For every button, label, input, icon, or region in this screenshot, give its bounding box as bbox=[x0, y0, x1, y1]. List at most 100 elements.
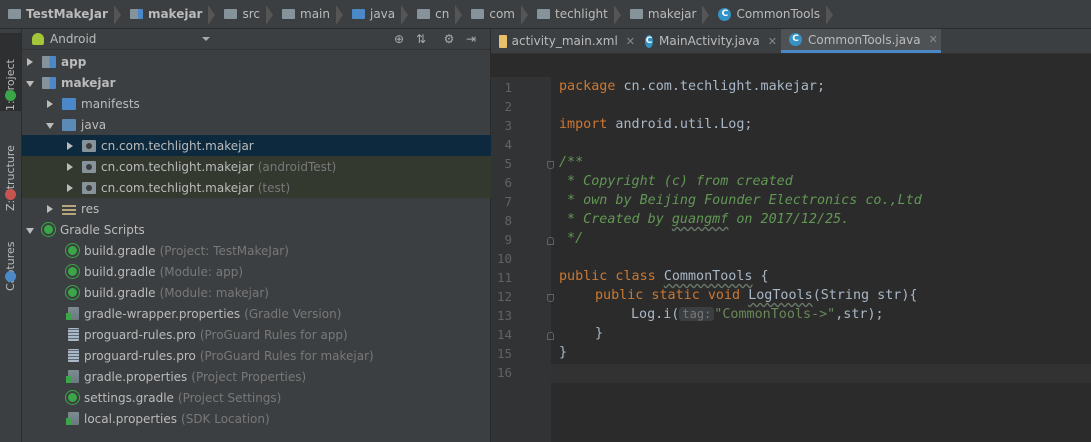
code-line[interactable]: /** bbox=[559, 155, 583, 170]
fold-icon[interactable] bbox=[547, 161, 554, 169]
code-line[interactable]: * Created by guangmf on 2017/12/25. bbox=[559, 212, 849, 227]
line-number: 16 bbox=[496, 365, 512, 380]
code-line[interactable]: } bbox=[559, 345, 567, 360]
code-line[interactable]: * Copyright (c) from created bbox=[559, 174, 793, 189]
folder-icon bbox=[417, 9, 431, 19]
line-number: 6 bbox=[504, 175, 512, 190]
tree-item-package-main[interactable]: cn.com.techlight.makejar bbox=[22, 135, 534, 156]
close-icon[interactable]: ✕ bbox=[626, 35, 635, 48]
code-line[interactable]: * own by Beijing Founder Electronics co.… bbox=[559, 193, 922, 208]
code-line[interactable]: } bbox=[595, 326, 603, 341]
source-folder-icon bbox=[351, 9, 365, 19]
code-line[interactable]: public class CommonTools { bbox=[559, 269, 769, 284]
tab-mainactivity-java[interactable]: C MainActivity.java ✕ bbox=[637, 29, 777, 53]
line-number: 10 bbox=[496, 251, 512, 266]
folder-icon bbox=[536, 9, 550, 19]
close-icon[interactable]: ✕ bbox=[929, 33, 938, 46]
folder-icon bbox=[224, 9, 238, 19]
package-icon bbox=[82, 139, 96, 152]
collapse-all-icon[interactable]: ⇅ bbox=[414, 32, 428, 46]
tree-item-proguard-makejar[interactable]: proguard-rules.pro (ProGuard Rules for ma… bbox=[22, 345, 536, 366]
android-icon bbox=[5, 90, 16, 101]
tree-item-gradle-scripts[interactable]: Gradle Scripts bbox=[22, 219, 494, 240]
current-line-highlight bbox=[551, 364, 1091, 383]
breadcrumb-item-main[interactable]: main bbox=[280, 0, 350, 28]
code-line[interactable]: import android.util.Log; bbox=[559, 117, 753, 132]
breadcrumb-item-src[interactable]: src bbox=[222, 0, 280, 28]
line-number: 1 bbox=[504, 80, 512, 95]
expand-icon[interactable] bbox=[46, 204, 54, 213]
tab-activity-main-xml[interactable]: activity_main.xml ✕ bbox=[491, 29, 635, 53]
breadcrumb-item-class[interactable]: C CommonTools bbox=[716, 0, 840, 28]
gear-icon[interactable]: ⚙ bbox=[442, 32, 456, 46]
fold-icon[interactable] bbox=[547, 237, 554, 245]
tree-item-package-test[interactable]: cn.com.techlight.makejar (test) bbox=[22, 177, 534, 198]
module-folder-icon bbox=[42, 76, 56, 89]
line-number: 11 bbox=[496, 270, 512, 285]
xml-file-icon bbox=[499, 34, 507, 48]
breadcrumb-item-java[interactable]: java bbox=[350, 0, 415, 28]
module-folder-icon bbox=[42, 55, 56, 68]
folder-icon bbox=[629, 9, 643, 19]
tree-item-gradle-wrapper[interactable]: gradle-wrapper.properties (Gradle Version… bbox=[22, 303, 536, 324]
tree-item-local-properties[interactable]: local.properties (SDK Location) bbox=[22, 408, 536, 429]
tab-commontools-java[interactable]: C CommonTools.java ✕ bbox=[781, 29, 941, 53]
breadcrumb-item-com[interactable]: com bbox=[469, 0, 535, 28]
collapse-icon[interactable] bbox=[26, 226, 34, 234]
line-number: 5 bbox=[504, 156, 512, 171]
tree-item-res[interactable]: res bbox=[22, 198, 514, 219]
line-number: 7 bbox=[504, 194, 512, 209]
tree-item-manifests[interactable]: manifests bbox=[22, 93, 514, 114]
expand-icon[interactable] bbox=[26, 57, 34, 66]
expand-icon[interactable] bbox=[66, 183, 74, 192]
code-line[interactable]: */ bbox=[559, 231, 583, 246]
tree-item-build-gradle-project[interactable]: build.gradle (Project: TestMakeJar) bbox=[22, 240, 534, 261]
code-line[interactable]: public static void LogTools(String str){ bbox=[595, 288, 918, 303]
line-number: 15 bbox=[496, 346, 512, 361]
hide-panel-icon[interactable]: ⇥ bbox=[464, 32, 478, 46]
structure-icon bbox=[5, 189, 16, 200]
project-panel-header: Android ⊕ ⇅ ⚙ ⇥ bbox=[22, 29, 490, 50]
line-number: 4 bbox=[504, 137, 512, 152]
code-line[interactable]: Log.i(tag: "CommonTools->",str); bbox=[631, 307, 884, 322]
tree-item-makejar[interactable]: makejar bbox=[22, 72, 494, 93]
gradle-icon bbox=[66, 265, 79, 278]
tree-item-app[interactable]: app bbox=[22, 51, 494, 72]
breadcrumb-item-module[interactable]: makejar bbox=[128, 0, 223, 28]
tree-item-build-gradle-app[interactable]: build.gradle (Module: app) bbox=[22, 261, 534, 282]
properties-file-icon bbox=[66, 370, 79, 383]
folder-icon bbox=[471, 9, 485, 19]
line-number: 14 bbox=[496, 327, 512, 342]
collapse-icon[interactable] bbox=[46, 121, 54, 129]
chevron-down-icon[interactable] bbox=[202, 37, 210, 41]
folder-icon bbox=[282, 9, 295, 19]
class-icon: C bbox=[645, 34, 653, 48]
breadcrumb-item-project[interactable]: TestMakeJar bbox=[6, 0, 128, 28]
code-line[interactable]: package cn.com.techlight.makejar; bbox=[559, 79, 825, 94]
expand-icon[interactable] bbox=[46, 99, 54, 108]
view-selector[interactable]: Android bbox=[50, 32, 96, 46]
tree-item-package-androidtest[interactable]: cn.com.techlight.makejar (androidTest) bbox=[22, 156, 534, 177]
tree-item-settings-gradle[interactable]: settings.gradle (Project Settings) bbox=[22, 387, 534, 408]
line-number: 9 bbox=[504, 232, 512, 247]
scroll-from-source-icon[interactable]: ⊕ bbox=[392, 32, 406, 46]
expand-icon[interactable] bbox=[66, 162, 74, 171]
line-number: 12 bbox=[496, 289, 512, 304]
tree-item-gradle-properties[interactable]: gradle.properties (Project Properties) bbox=[22, 366, 536, 387]
source-folder-icon bbox=[62, 118, 76, 131]
collapse-icon[interactable] bbox=[26, 79, 34, 87]
gradle-icon bbox=[66, 391, 79, 404]
fold-icon[interactable] bbox=[547, 332, 554, 340]
tree-item-java[interactable]: java bbox=[22, 114, 514, 135]
breadcrumb-item-makejar[interactable]: makejar bbox=[628, 0, 717, 28]
folder-icon bbox=[62, 97, 76, 110]
project-panel: Android ⊕ ⇅ ⚙ ⇥ app makejar manifests ja… bbox=[22, 29, 534, 442]
tree-item-build-gradle-makejar[interactable]: build.gradle (Module: makejar) bbox=[22, 282, 534, 303]
breadcrumb-item-techlight[interactable]: techlight bbox=[535, 0, 628, 28]
breadcrumb-item-cn[interactable]: cn bbox=[415, 0, 469, 28]
expand-icon[interactable] bbox=[66, 141, 74, 150]
tree-item-proguard-app[interactable]: proguard-rules.pro (ProGuard Rules for ap… bbox=[22, 324, 536, 345]
line-number: 13 bbox=[496, 308, 512, 323]
close-icon[interactable]: ✕ bbox=[768, 35, 777, 48]
fold-icon[interactable] bbox=[547, 294, 554, 302]
